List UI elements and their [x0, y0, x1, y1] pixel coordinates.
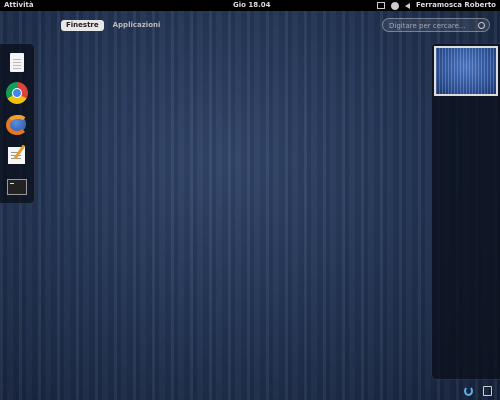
workspace-switcher [431, 43, 500, 380]
files-icon[interactable] [6, 52, 28, 74]
volume-icon[interactable] [404, 2, 410, 9]
desktop-background [0, 0, 500, 400]
terminal-icon[interactable] [6, 176, 28, 198]
removable-device-icon[interactable] [483, 386, 492, 396]
chrome-icon[interactable] [6, 82, 28, 104]
accessibility-icon[interactable] [390, 1, 399, 10]
view-selector: Finestre Applicazioni [61, 20, 165, 31]
update-icon[interactable] [464, 386, 473, 396]
system-tray: Ferramosca Roberto [376, 0, 496, 11]
search-box[interactable] [382, 18, 490, 32]
search-icon [478, 22, 485, 29]
firefox-icon[interactable] [6, 113, 28, 135]
dash [0, 43, 35, 204]
clock[interactable]: Gio 18.04 [233, 0, 271, 11]
user-menu[interactable]: Ferramosca Roberto [416, 0, 496, 11]
message-tray [464, 386, 492, 396]
tab-windows[interactable]: Finestre [61, 20, 104, 31]
text-editor-icon[interactable] [6, 144, 28, 166]
network-icon[interactable] [376, 2, 385, 9]
search-input[interactable] [389, 20, 475, 31]
workspace-thumbnail[interactable] [434, 46, 498, 96]
tab-applications[interactable]: Applicazioni [108, 20, 166, 31]
activities-button[interactable]: Attività [4, 0, 34, 11]
top-bar: Attività Gio 18.04 Ferramosca Roberto [0, 0, 500, 11]
